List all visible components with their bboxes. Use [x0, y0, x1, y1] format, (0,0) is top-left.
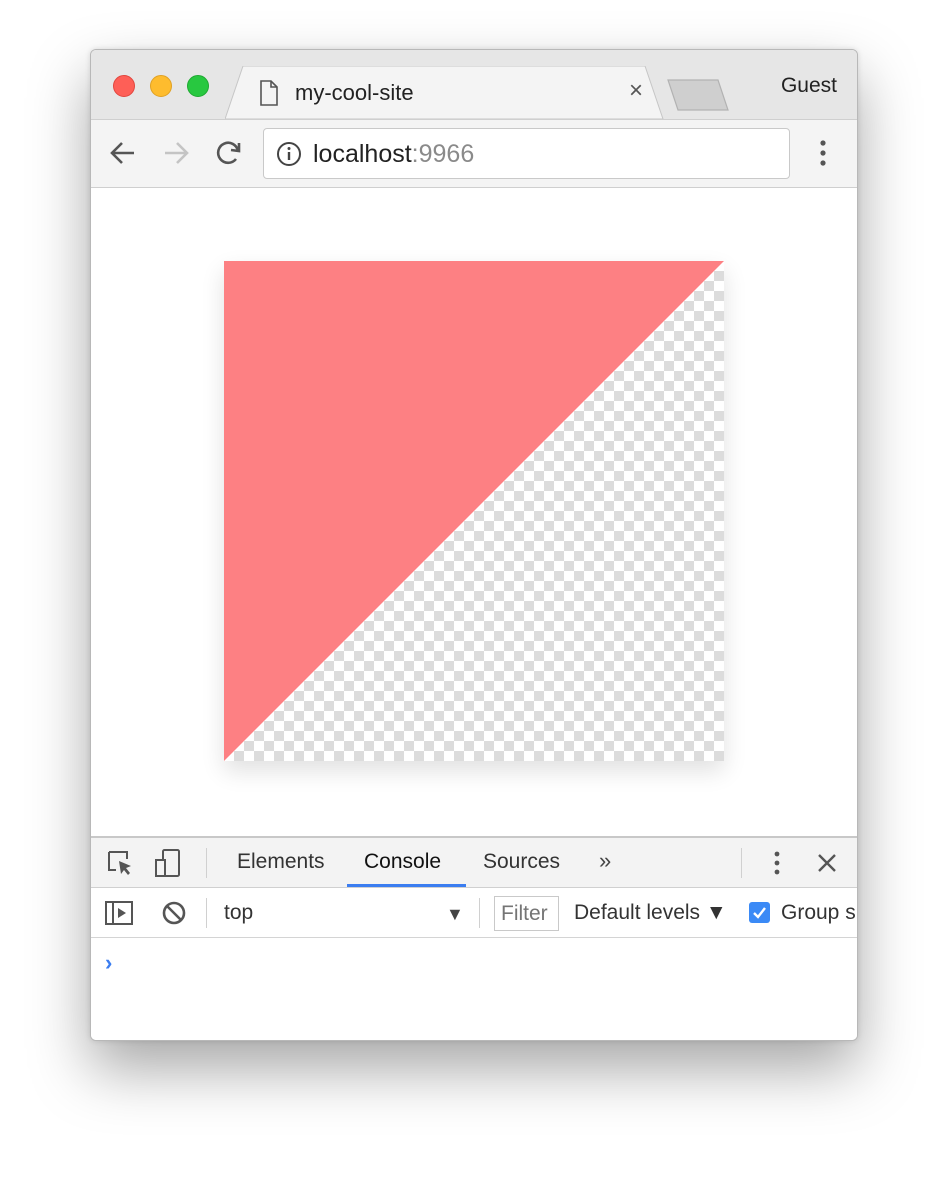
- devtools-separator: [206, 848, 207, 878]
- console-prompt-icon[interactable]: ›: [105, 950, 112, 976]
- url-text: localhost:9966: [313, 140, 474, 169]
- log-levels-select[interactable]: Default levels ▼: [574, 901, 727, 925]
- triangle-canvas: [224, 261, 724, 761]
- devtools-tab-bar: Elements Console Sources »: [91, 838, 857, 888]
- device-toolbar-icon[interactable]: [154, 849, 182, 877]
- url-host: localhost: [313, 140, 412, 168]
- group-similar-label: Group s: [781, 901, 856, 924]
- title-bar: my-cool-site × Guest: [91, 50, 857, 119]
- group-similar-checkbox[interactable]: [749, 902, 770, 923]
- context-dropdown-arrow-icon[interactable]: ▼: [446, 904, 464, 925]
- console-separator: [479, 898, 480, 928]
- clear-console-icon[interactable]: [160, 899, 188, 927]
- tab-title: my-cool-site: [295, 80, 414, 105]
- checkmark-icon: [753, 907, 766, 919]
- browser-tab[interactable]: my-cool-site ×: [225, 66, 671, 119]
- zoom-window-button[interactable]: [187, 75, 209, 97]
- inspect-element-icon[interactable]: [106, 849, 134, 877]
- console-separator: [206, 898, 207, 928]
- profile-name[interactable]: Guest: [781, 74, 837, 98]
- minimize-window-button[interactable]: [150, 75, 172, 97]
- devtools-close-icon[interactable]: [813, 849, 841, 877]
- reload-icon[interactable]: [214, 138, 244, 168]
- tab-elements[interactable]: Elements: [237, 850, 325, 874]
- new-tab-button[interactable]: [666, 78, 732, 112]
- browser-window: my-cool-site × Guest localhost:9966 Elem…: [90, 49, 858, 1041]
- console-toolbar: top ▼ Default levels ▼ Group s: [91, 888, 857, 938]
- sidebar-toggle-icon[interactable]: [105, 899, 133, 927]
- url-port: :9966: [411, 140, 475, 168]
- tab-close-icon[interactable]: ×: [623, 78, 649, 104]
- active-tab-underline: [347, 884, 466, 887]
- tab-console[interactable]: Console: [364, 850, 441, 874]
- forward-arrow-icon[interactable]: [161, 138, 191, 168]
- devtools-panel: Elements Console Sources » top ▼ Filter …: [91, 836, 857, 1040]
- address-bar[interactable]: localhost:9966: [263, 128, 790, 179]
- browser-menu-icon[interactable]: [815, 138, 831, 168]
- tab-sources[interactable]: Sources: [483, 850, 560, 874]
- page-content: [91, 188, 857, 836]
- info-icon[interactable]: [276, 141, 302, 167]
- context-select[interactable]: top: [224, 901, 253, 925]
- close-window-button[interactable]: [113, 75, 135, 97]
- devtools-menu-icon[interactable]: [763, 849, 791, 877]
- tab-shape: [225, 66, 664, 119]
- back-arrow-icon[interactable]: [108, 138, 138, 168]
- devtools-separator: [741, 848, 742, 878]
- more-tabs-icon[interactable]: »: [599, 848, 611, 874]
- page-icon: [260, 80, 278, 106]
- toolbar: localhost:9966: [91, 119, 857, 188]
- console-filter-input[interactable]: [494, 896, 559, 931]
